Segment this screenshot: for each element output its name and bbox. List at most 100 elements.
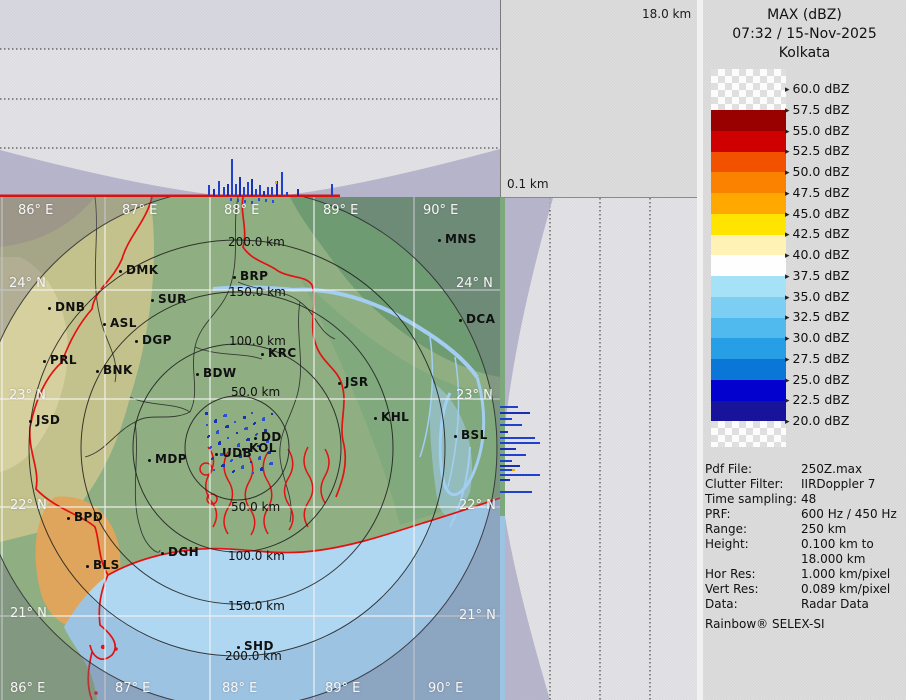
echo-dash (500, 460, 512, 462)
clutter-dot (227, 437, 229, 439)
city-dot (86, 565, 89, 568)
tick-arrow-icon: ▸ (785, 210, 790, 220)
colorbar-tick-label: ▸47.5 dBZ (785, 186, 849, 200)
city-dot (215, 453, 218, 456)
city-dot (233, 276, 236, 279)
side-height-profile-panel (500, 197, 697, 700)
colorbar-band (711, 401, 786, 422)
city-dot (43, 360, 46, 363)
city-dot (459, 319, 462, 322)
echo-spike (218, 181, 220, 196)
clutter-dot (272, 200, 274, 203)
colorbar-band (711, 131, 786, 152)
echo-spike (255, 189, 257, 196)
echo-dash (500, 454, 526, 456)
clutter-dot (225, 426, 227, 428)
colorbar-tick-label: ▸52.5 dBZ (785, 144, 849, 158)
clutter-dot (237, 444, 240, 447)
colorbar-tick-label: ▸57.5 dBZ (785, 103, 849, 117)
side-profile-canvas (500, 198, 697, 700)
clutter-dot (267, 452, 269, 454)
colorbar-tick-label: ▸42.5 dBZ (785, 227, 849, 241)
info-label: Range: (705, 522, 801, 537)
top-height-profile-panel (0, 0, 501, 198)
info-row: Hor Res:1.000 km/pixel (705, 567, 905, 582)
city-dot (151, 299, 154, 302)
clutter-dot (239, 455, 242, 458)
colorbar-tick-label: ▸37.5 dBZ (785, 269, 849, 283)
info-row: Range:250 km (705, 522, 905, 537)
city-dot (48, 307, 51, 310)
tick-arrow-icon: ▸ (785, 251, 790, 261)
colorbar-tick-label: ▸40.0 dBZ (785, 248, 849, 262)
colorbar-band (711, 297, 786, 318)
radar-map[interactable]: 86° E87° E88° E89° E90° E86° E87° E88° E… (0, 197, 500, 700)
colorbar-band (711, 110, 786, 131)
city-dot (161, 552, 164, 555)
info-label: Data: (705, 597, 801, 612)
city-dot (103, 323, 106, 326)
colorbar-band (711, 380, 786, 401)
clutter-dot (244, 200, 246, 203)
colorbar-tick-label: ▸30.0 dBZ (785, 331, 849, 345)
echo-spike (231, 159, 233, 196)
tick-arrow-icon: ▸ (785, 272, 790, 282)
tick-arrow-icon: ▸ (785, 189, 790, 199)
city-dot (242, 448, 245, 451)
colorbar-transparent-top (711, 69, 786, 110)
city-dot (338, 382, 341, 385)
clutter-dot (237, 199, 239, 202)
colorbar-band (711, 318, 786, 339)
info-label: Pdf File: (705, 462, 801, 477)
echo-dash (500, 437, 535, 439)
tick-arrow-icon: ▸ (785, 396, 790, 406)
clutter-dot (266, 440, 269, 443)
clutter-dot (211, 458, 213, 460)
info-value: 250 km (801, 522, 846, 537)
echo-dash (500, 448, 516, 450)
clutter-dot (258, 457, 261, 460)
clutter-dot (243, 416, 246, 419)
city-dot (454, 435, 457, 438)
clutter-dot (265, 199, 267, 202)
info-value: 48 (801, 492, 816, 507)
echo-dash (500, 412, 530, 414)
clutter-dot (251, 201, 253, 204)
city-dot (67, 517, 70, 520)
colorbar-band (711, 172, 786, 193)
echo-spike (297, 189, 299, 196)
info-label: PRF: (705, 507, 801, 522)
clutter-dot (260, 468, 263, 471)
echo-spike (251, 179, 253, 196)
city-dot (96, 370, 99, 373)
city-dot (438, 239, 441, 242)
colorbar-band (711, 193, 786, 214)
tick-arrow-icon: ▸ (785, 127, 790, 137)
clutter-dot (255, 434, 257, 436)
tick-arrow-icon: ▸ (785, 334, 790, 344)
colorbar-tick-label: ▸45.0 dBZ (785, 207, 849, 221)
city-dot (148, 459, 151, 462)
echo-spike (281, 172, 283, 196)
side-echo-yellow-dot (512, 469, 515, 471)
echo-spike (239, 177, 241, 196)
city-dot (119, 270, 122, 273)
software-brand: Rainbow® SELEX-SI (705, 617, 825, 631)
tick-arrow-icon: ▸ (785, 106, 790, 116)
clutter-dot (253, 423, 255, 425)
height-axis-max-label: 18.0 km (642, 7, 691, 21)
clutter-dot (250, 461, 252, 463)
clutter-dot (248, 450, 250, 452)
city-dot (29, 420, 32, 423)
colorbar-band (711, 235, 786, 256)
echo-dash (500, 406, 518, 408)
info-value: 0.089 km/pixel (801, 582, 890, 597)
colorbar-band (711, 359, 786, 380)
clutter-dot (213, 469, 215, 471)
clutter-dot (205, 412, 208, 415)
info-row: Height:0.100 km to 18.000 km (705, 537, 905, 567)
info-label: Vert Res: (705, 582, 801, 597)
colorbar-band (711, 152, 786, 173)
scan-info-table: Pdf File:250Z.maxClutter Filter:IIRDoppl… (705, 462, 905, 612)
colorbar-tick-label: ▸55.0 dBZ (785, 124, 849, 138)
